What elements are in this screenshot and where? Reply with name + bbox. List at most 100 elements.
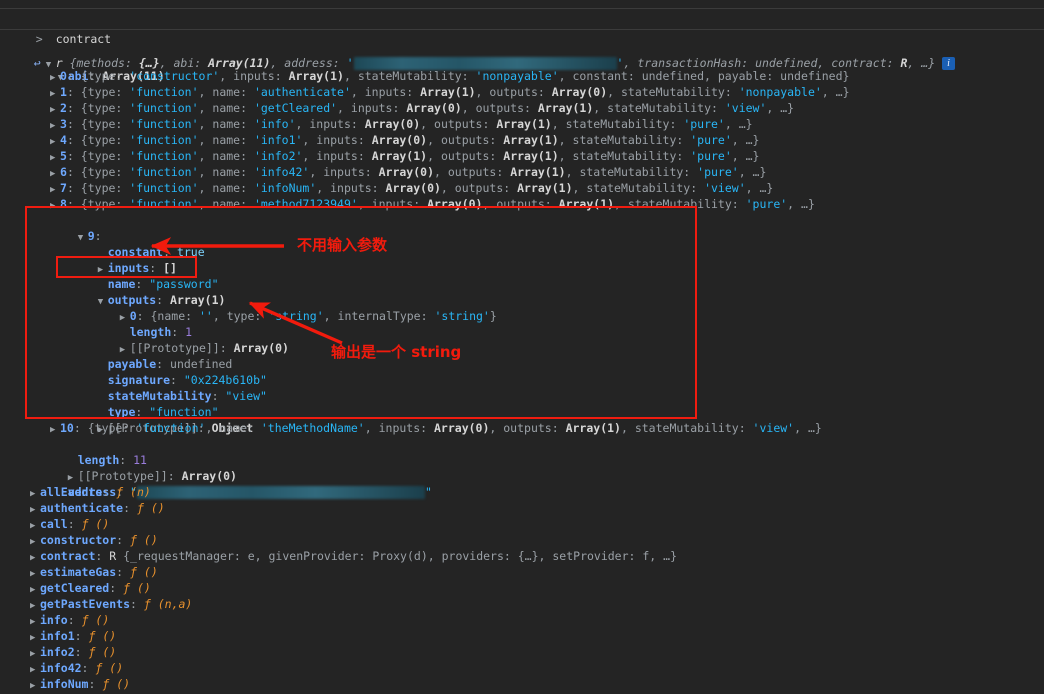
abi-entry-outputs-value: Array(1): [510, 165, 566, 179]
abi-entry-name-value: 'info1': [253, 133, 303, 147]
abi-entry-name-key: name: [212, 117, 241, 131]
entry9-prototype-row[interactable]: [[Prototype]]: Object: [0, 404, 1044, 435]
console-prompt-row[interactable]: > contract: [0, 8, 1044, 46]
abi-entry-outputs-value: Array(0): [551, 85, 608, 99]
member-row-constructor[interactable]: constructor: ƒ (): [0, 532, 1044, 548]
abi-entry-inputs-key: inputs: [350, 101, 393, 115]
abi-entry-inputs-value: Array(0): [427, 197, 483, 211]
entry9-outputs-proto-row[interactable]: [[Prototype]]: Array(0): [0, 324, 1044, 355]
abi-entry-index: 2: [60, 101, 67, 115]
abi-entry-outputs-value: Array(1): [558, 197, 615, 211]
member-function-args: (n,a): [157, 597, 193, 611]
member-function-args: (n): [130, 485, 151, 499]
abi-entry-row[interactable]: 7: {type: 'function', name: 'infoNum', i…: [0, 180, 1044, 196]
abi-entry-outputs-key: outputs: [440, 133, 490, 147]
abi-entry-row[interactable]: 8: {type: 'function', name: 'method71239…: [0, 196, 1044, 212]
member-colon: :: [67, 613, 82, 627]
abi-entry-index: 1: [60, 85, 67, 99]
abi-entry-statemutability-value: 'view': [752, 421, 795, 435]
member-row-authenticate[interactable]: authenticate: ƒ (): [0, 500, 1044, 516]
clipped-previous-output: < undefined: [0, 0, 1044, 8]
abi-entry-statemutability-key: stateMutability: [634, 421, 739, 435]
member-key: info2: [40, 645, 75, 659]
abi-entry-outputs-key: outputs: [489, 85, 538, 99]
abi-entry-index: 3: [60, 117, 67, 131]
member-row-info1[interactable]: info1: ƒ (): [0, 628, 1044, 644]
member-key: allEvents: [40, 485, 103, 499]
abi-entry-inputs-value: Array(0): [371, 133, 428, 147]
entry9-inputs-row[interactable]: inputs: []: [0, 244, 1044, 275]
function-glyph-icon: ƒ: [88, 645, 103, 659]
abi-entry-outputs-value: Array(1): [537, 101, 594, 115]
abi-entry-name-value: 'info2': [253, 149, 303, 163]
entry9-constant-row: constant: true: [107, 245, 205, 259]
abi-header-row[interactable]: abi: Array(11): [0, 52, 1044, 83]
abi-entry-outputs-key: outputs: [496, 197, 545, 211]
entry9-outputs-row[interactable]: outputs: Array(1): [0, 276, 1044, 307]
abi-entry-inputs-value: Array(0): [364, 117, 421, 131]
abi-entry-statemutability-key: stateMutability: [572, 133, 677, 147]
abi-entry-index: 6: [60, 165, 67, 179]
abi-entry-type-key: type: [87, 101, 116, 115]
result-header-row[interactable]: ↩r {methods: {…}, abi: Array(11), addres…: [0, 30, 1044, 70]
expand-toggle-member-infoNum[interactable]: [30, 678, 40, 694]
abi-entry-row[interactable]: 1: {type: 'function', name: 'authenticat…: [0, 84, 1044, 100]
member-row-infoNum[interactable]: infoNum: ƒ (): [0, 676, 1044, 692]
abi-entry-statemutability-value: 'pure': [690, 133, 732, 147]
member-function-args: (): [116, 677, 131, 691]
function-glyph-icon: ƒ: [81, 613, 96, 627]
function-glyph-icon: ƒ: [102, 677, 117, 691]
abi-entry-9-row[interactable]: 9:: [0, 212, 1044, 243]
member-function-args: (): [102, 645, 117, 659]
member-function-args: (): [102, 629, 117, 643]
entry9-outputs-item-row[interactable]: 0: {name: '', type: 'string', internalTy…: [0, 292, 1044, 323]
member-row-info2[interactable]: info2: ƒ (): [0, 644, 1044, 660]
abi-entry-row[interactable]: 2: {type: 'function', name: 'getCleared'…: [0, 100, 1044, 116]
address-row: address: " ": [67, 485, 432, 499]
function-glyph-icon: ƒ: [81, 517, 96, 531]
member-key: info42: [40, 661, 82, 675]
abi-entry-name-value: 'authenticate': [253, 85, 351, 99]
abi-entry-name-key: name: [212, 85, 241, 99]
abi-entry-inputs-key: inputs: [364, 85, 407, 99]
member-function-args: (): [109, 661, 124, 675]
abi-entry-inputs-value: Array(0): [434, 421, 490, 435]
abi-length-row: length: 11: [77, 453, 147, 467]
abi-entry-inputs-key: inputs: [233, 69, 275, 83]
abi-entry-row[interactable]: 5: {type: 'function', name: 'info2', inp…: [0, 148, 1044, 164]
member-row-info42[interactable]: info42: ƒ (): [0, 660, 1044, 676]
entry9-signature-row: signature: "0x224b610b": [107, 373, 267, 387]
abi-entry-outputs-value: Array(1): [503, 149, 559, 163]
member-colon: :: [74, 645, 89, 659]
member-row-getCleared[interactable]: getCleared: ƒ (): [0, 580, 1044, 596]
member-row-estimateGas[interactable]: estimateGas: ƒ (): [0, 564, 1044, 580]
abi-entry-type-value: 'constructor': [129, 69, 220, 83]
abi-entry-type-value: 'function': [129, 117, 199, 131]
abi-entry-name-key: name: [212, 149, 241, 163]
abi-entry-name-value: 'getCleared': [253, 101, 338, 115]
abi-entry-row[interactable]: 0: {type: 'constructor', inputs: Array(1…: [0, 68, 1044, 84]
member-row-getPastEvents[interactable]: getPastEvents: ƒ (n,a): [0, 596, 1044, 612]
abi-entry-name-key: name: [212, 197, 241, 211]
abi-entry-row[interactable]: 4: {type: 'function', name: 'info1', inp…: [0, 132, 1044, 148]
member-key: contract: [40, 549, 96, 563]
annotation-no-input-params: 不用输入参数: [297, 236, 388, 254]
abi-entry-statemutability-value: 'view': [704, 181, 746, 195]
abi-prototype-row[interactable]: [[Prototype]]: Array(0): [0, 452, 1044, 483]
abi-entry-row[interactable]: 3: {type: 'function', name: 'info', inpu…: [0, 116, 1044, 132]
member-row-allEvents[interactable]: allEvents: ƒ (n): [0, 484, 1044, 500]
abi-entry-statemutability-value: 'nonpayable': [475, 69, 559, 83]
member-function-args: (): [150, 501, 165, 515]
abi-entry-inputs-key: inputs: [371, 197, 414, 211]
abi-entry-type-key: type: [87, 165, 116, 179]
abi-entry-row[interactable]: 10: {type: 'function', name: 'theMethodN…: [0, 420, 1044, 436]
abi-entry-row[interactable]: 6: {type: 'function', name: 'info42', in…: [0, 164, 1044, 180]
abi-entry-inputs-value: Array(1): [371, 149, 428, 163]
member-row-call[interactable]: call: ƒ (): [0, 516, 1044, 532]
member-row-info[interactable]: info: ƒ (): [0, 612, 1044, 628]
abi-entry-type-value: 'function': [129, 181, 199, 195]
member-row-contract[interactable]: contract: R {_requestManager: e, givenPr…: [0, 548, 1044, 564]
abi-entry-type-key: type: [87, 149, 116, 163]
abi-entry-statemutability-key: stateMutability: [565, 117, 670, 131]
object-member-list: allEvents: ƒ (n)authenticate: ƒ ()call: …: [0, 484, 1044, 692]
